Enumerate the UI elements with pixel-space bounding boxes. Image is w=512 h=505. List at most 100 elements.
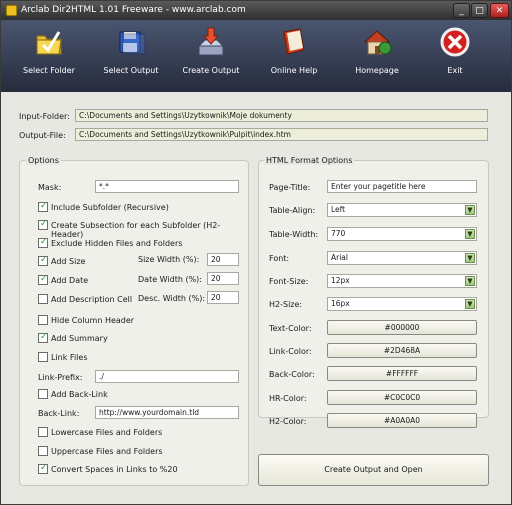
exit-button[interactable]: Exit — [415, 24, 495, 86]
online-help-button[interactable]: Online Help — [254, 24, 334, 86]
main-content: Input-Folder: C:\Documents and Settings\… — [1, 92, 511, 504]
hr-color-button[interactable]: #C0C0C0 — [327, 390, 477, 405]
output-file-field[interactable]: C:\Documents and Settings\Uzytkownik\Pul… — [75, 128, 488, 141]
add-description-checkbox[interactable] — [38, 294, 48, 304]
hr-color-label: HR-Color: — [269, 394, 307, 403]
text-color-button[interactable]: #000000 — [327, 320, 477, 335]
chevron-down-icon: ▼ — [465, 253, 475, 263]
add-back-link-checkbox[interactable] — [38, 389, 48, 399]
uppercase-label: Uppercase Files and Folders — [51, 447, 163, 456]
house-globe-icon — [363, 30, 392, 55]
html-format-group-title: HTML Format Options — [264, 156, 355, 165]
options-group: Options Mask: *.* Include Subfolder (Rec… — [19, 156, 249, 486]
table-width-value: 770 — [331, 229, 346, 238]
mask-input[interactable]: *.* — [95, 180, 239, 193]
create-output-button[interactable]: Create Output — [171, 24, 251, 86]
convert-spaces-label: Convert Spaces in Links to %20 — [51, 465, 178, 474]
text-color-label: Text-Color: — [269, 324, 312, 333]
h2-size-select[interactable]: 16px ▼ — [327, 297, 477, 311]
exit-icon — [440, 27, 470, 57]
exit-label: Exit — [447, 66, 463, 75]
chevron-down-icon: ▼ — [465, 205, 475, 215]
homepage-button[interactable]: Homepage — [337, 24, 417, 86]
size-width-input[interactable]: 20 — [207, 253, 239, 266]
maximize-button[interactable]: □ — [471, 3, 488, 18]
add-back-link-label: Add Back-Link — [51, 390, 108, 399]
uppercase-checkbox[interactable] — [38, 446, 48, 456]
select-output-button[interactable]: Select Output — [91, 24, 171, 86]
app-icon — [6, 5, 17, 16]
minimize-button[interactable]: _ — [453, 3, 470, 18]
create-output-and-open-button[interactable]: Create Output and Open — [258, 454, 489, 486]
back-color-label: Back-Color: — [269, 370, 315, 379]
size-width-label: Size Width (%): — [138, 255, 200, 264]
font-select[interactable]: Arial ▼ — [327, 251, 477, 265]
table-width-label: Table-Width: — [269, 230, 319, 239]
options-group-title: Options — [26, 156, 61, 165]
exclude-hidden-label: Exclude Hidden Files and Folders — [51, 239, 183, 248]
book-icon — [283, 28, 305, 56]
font-size-select[interactable]: 12px ▼ — [327, 274, 477, 288]
back-color-button[interactable]: #FFFFFF — [327, 366, 477, 381]
back-link-label: Back-Link: — [38, 409, 80, 418]
input-folder-field[interactable]: C:\Documents and Settings\Uzytkownik\Moj… — [75, 109, 488, 122]
html-format-group: HTML Format Options Page-Title: Enter yo… — [258, 156, 489, 428]
link-prefix-input[interactable]: ./ — [95, 370, 239, 383]
convert-spaces-checkbox[interactable] — [38, 463, 48, 474]
create-subsection-checkbox[interactable] — [38, 219, 48, 230]
add-size-checkbox[interactable] — [38, 255, 48, 266]
add-date-label: Add Date — [51, 276, 89, 285]
desc-width-label: Desc. Width (%): — [138, 294, 206, 303]
table-align-label: Table-Align: — [269, 206, 316, 215]
select-folder-button[interactable]: Select Folder — [9, 24, 89, 86]
homepage-label: Homepage — [355, 66, 399, 75]
lowercase-label: Lowercase Files and Folders — [51, 428, 163, 437]
link-prefix-label: Link-Prefix: — [38, 373, 83, 382]
add-date-checkbox[interactable] — [38, 274, 48, 285]
output-file-label: Output-File: — [19, 131, 66, 140]
h2-size-label: H2-Size: — [269, 300, 303, 309]
hide-column-header-label: Hide Column Header — [51, 316, 135, 325]
date-width-label: Date Width (%): — [138, 275, 202, 284]
font-size-value: 12px — [331, 276, 350, 285]
app-window: Arclab Dir2HTML 1.01 Freeware - www.arcl… — [0, 0, 512, 505]
link-files-label: Link Files — [51, 353, 88, 362]
add-summary-checkbox[interactable] — [38, 332, 48, 343]
page-title-label: Page-Title: — [269, 183, 311, 192]
date-width-input[interactable]: 20 — [207, 272, 239, 285]
page-title-input[interactable]: Enter your pagetitle here — [327, 180, 477, 193]
desc-width-input[interactable]: 20 — [207, 291, 239, 304]
download-tray-icon — [197, 27, 225, 56]
chevron-down-icon: ▼ — [465, 276, 475, 286]
add-summary-label: Add Summary — [51, 334, 108, 343]
h2-color-label: H2-Color: — [269, 417, 307, 426]
table-align-select[interactable]: Left ▼ — [327, 203, 477, 217]
h2-color-button[interactable]: #A0A0A0 — [327, 413, 477, 428]
mask-label: Mask: — [38, 183, 62, 192]
add-description-label: Add Description Cell — [51, 295, 133, 304]
include-subfolder-checkbox[interactable] — [38, 201, 48, 212]
hide-column-header-checkbox[interactable] — [38, 315, 48, 325]
select-folder-label: Select Folder — [23, 66, 75, 75]
link-color-label: Link-Color: — [269, 347, 312, 356]
select-output-label: Select Output — [103, 66, 159, 75]
link-color-button[interactable]: #2D468A — [327, 343, 477, 358]
font-label: Font: — [269, 254, 290, 263]
exclude-hidden-checkbox[interactable] — [38, 237, 48, 248]
lowercase-checkbox[interactable] — [38, 427, 48, 437]
window-title: Arclab Dir2HTML 1.01 Freeware - www.arcl… — [21, 5, 246, 15]
back-link-input[interactable]: http://www.yourdomain.tld — [95, 406, 239, 419]
include-subfolder-label: Include Subfolder (Recursive) — [51, 203, 169, 212]
font-value: Arial — [331, 253, 348, 262]
table-align-value: Left — [331, 205, 346, 214]
link-files-checkbox[interactable] — [38, 352, 48, 362]
table-width-select[interactable]: 770 ▼ — [327, 227, 477, 241]
close-button[interactable]: ✕ — [490, 3, 509, 18]
toolbar: Select Folder Select Output Create Outpu… — [1, 20, 511, 92]
font-size-label: Font-Size: — [269, 277, 309, 286]
title-bar[interactable]: Arclab Dir2HTML 1.01 Freeware - www.arcl… — [1, 1, 511, 20]
online-help-label: Online Help — [270, 66, 318, 75]
create-subsection-label: Create Subsection for each Subfolder (H2… — [51, 221, 221, 239]
h2-size-value: 16px — [331, 299, 350, 308]
floppy-disk-icon — [119, 31, 146, 55]
